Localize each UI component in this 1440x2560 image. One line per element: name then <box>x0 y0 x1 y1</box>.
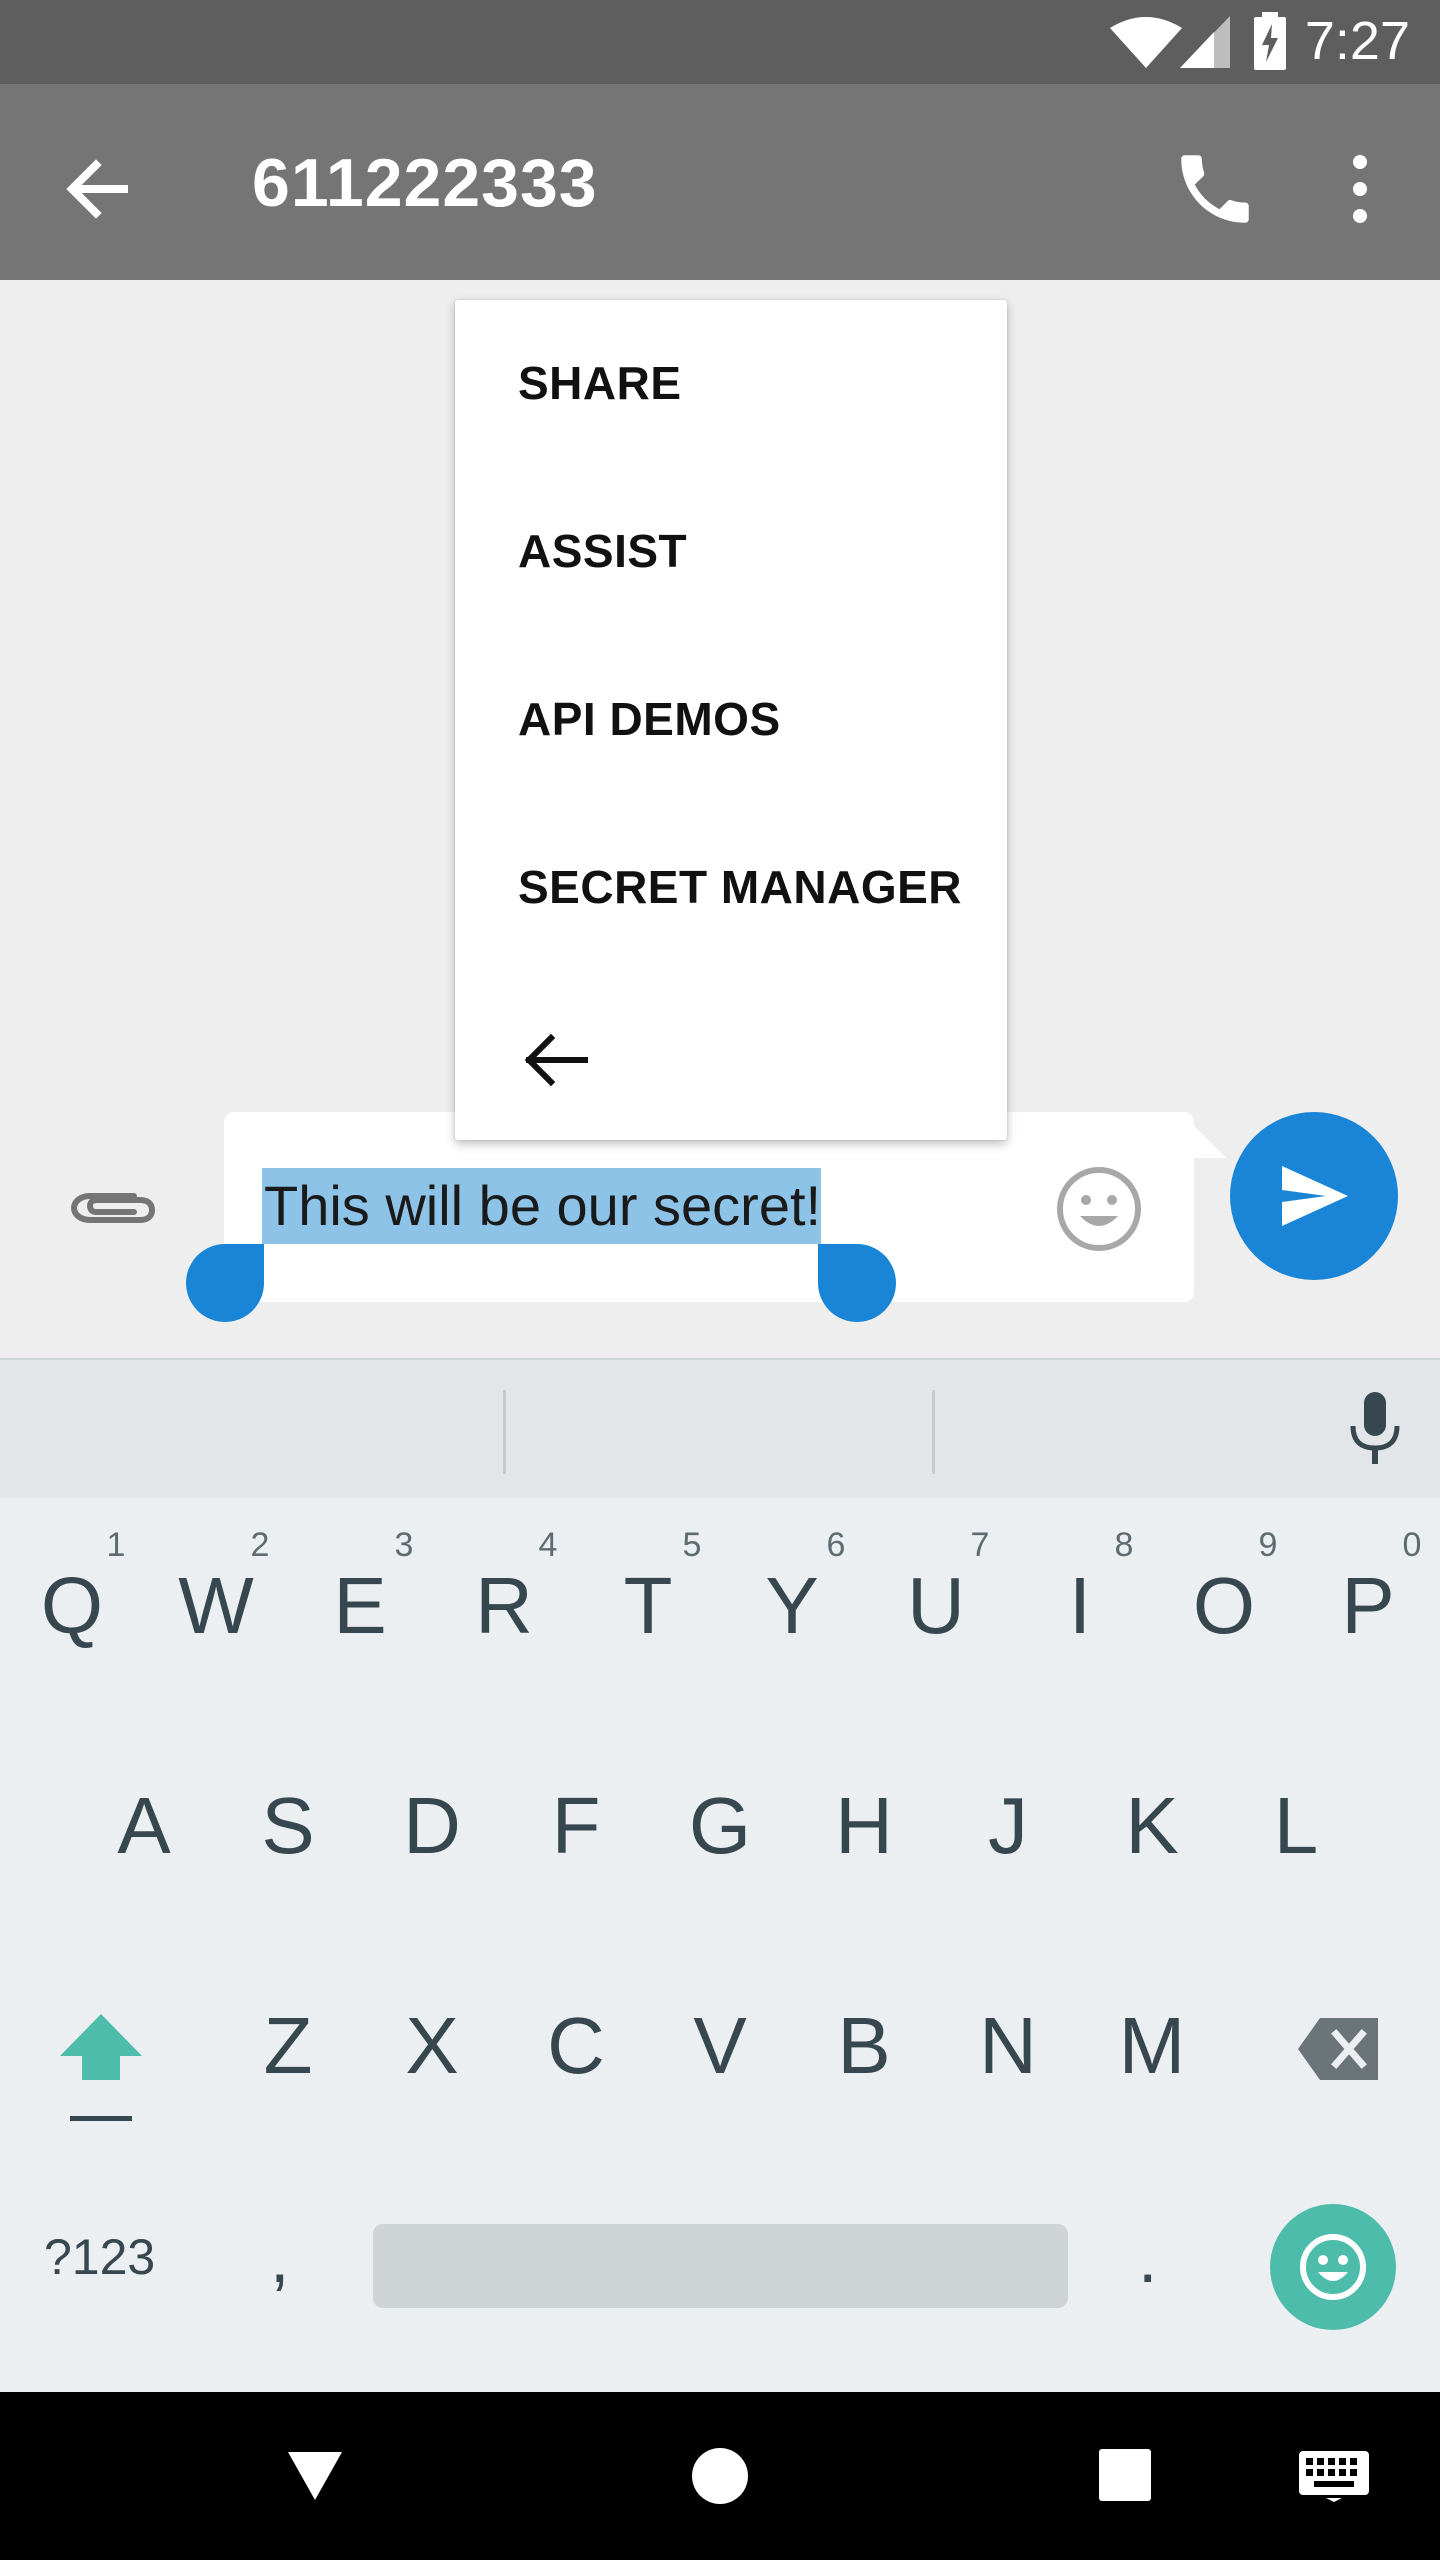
status-time: 7:27 <box>1304 11 1410 71</box>
conversation-toolbar: 611222333 <box>0 84 1440 280</box>
key-hint: 5 <box>682 1526 702 1564</box>
key-x[interactable]: X <box>372 1986 492 2106</box>
menu-item-api-demos[interactable]: API DEMOS <box>455 636 1007 804</box>
key-hint: 3 <box>394 1526 414 1564</box>
emoji-icon[interactable] <box>1054 1164 1144 1254</box>
key-hint: 4 <box>538 1526 558 1564</box>
key-hint: 1 <box>106 1526 126 1564</box>
key-b[interactable]: B <box>804 1986 924 2106</box>
nav-recents-icon[interactable] <box>1098 2448 1152 2502</box>
wifi-icon <box>1110 17 1182 68</box>
menu-item-assist[interactable]: ASSIST <box>455 468 1007 636</box>
menu-item-label: ASSIST <box>518 525 688 577</box>
menu-item-secret-manager[interactable]: SECRET MANAGER <box>455 804 1007 972</box>
battery-charging-icon <box>1254 12 1286 70</box>
back-arrow-icon[interactable] <box>58 149 138 229</box>
attach-icon[interactable] <box>68 1170 158 1240</box>
key-h[interactable]: H <box>804 1766 924 1886</box>
comma-key[interactable]: , <box>270 2218 289 2298</box>
key-n[interactable]: N <box>948 1986 1068 2106</box>
key-s[interactable]: S <box>228 1766 348 1886</box>
text-selection-menu: SHARE ASSIST API DEMOS SECRET MANAGER <box>455 300 1007 1140</box>
mic-icon[interactable] <box>1345 1390 1405 1470</box>
send-icon <box>1282 1166 1348 1226</box>
key-j[interactable]: J <box>948 1766 1068 1886</box>
menu-item-label: API DEMOS <box>518 693 781 745</box>
status-bar: 7:27 <box>0 0 1440 84</box>
key-hint: 9 <box>1258 1526 1278 1564</box>
menu-item-label: SECRET MANAGER <box>518 861 963 913</box>
conversation-title: 611222333 <box>252 145 598 221</box>
nav-home-icon[interactable] <box>690 2446 750 2506</box>
key-v[interactable]: V <box>660 1986 780 2106</box>
nav-back-icon[interactable] <box>286 2450 344 2502</box>
emoji-icon <box>1300 2234 1366 2300</box>
key-m[interactable]: M <box>1092 1986 1212 2106</box>
suggestion-divider <box>932 1390 935 1474</box>
key-a[interactable]: A <box>84 1766 204 1886</box>
more-vert-icon[interactable] <box>1330 144 1390 234</box>
navigation-bar <box>0 2392 1440 2560</box>
compose-selected-text[interactable]: This will be our secret! <box>262 1168 822 1244</box>
emoji-key[interactable] <box>1270 2204 1396 2330</box>
key-c[interactable]: C <box>516 1986 636 2106</box>
keyboard-icon[interactable] <box>1298 2450 1370 2502</box>
key-k[interactable]: K <box>1092 1766 1212 1886</box>
symbols-key[interactable]: ?123 <box>44 2228 155 2286</box>
shift-icon[interactable] <box>58 2010 144 2090</box>
key-hint: 0 <box>1402 1526 1422 1564</box>
period-key[interactable]: . <box>1138 2218 1157 2298</box>
shift-indicator <box>70 2116 132 2121</box>
key-g[interactable]: G <box>660 1766 780 1886</box>
key-hint: 2 <box>250 1526 270 1564</box>
send-button[interactable] <box>1230 1112 1398 1280</box>
compose-bubble-tail <box>1180 1112 1226 1158</box>
menu-item-label: SHARE <box>518 357 682 409</box>
phone-icon[interactable] <box>1170 144 1260 234</box>
key-f[interactable]: F <box>516 1766 636 1886</box>
soft-keyboard: Q W E R T Y U I O P 1 2 3 4 5 6 7 8 9 0 … <box>0 1358 1440 2392</box>
suggestion-strip <box>0 1358 1440 1498</box>
backspace-icon[interactable] <box>1296 2014 1382 2084</box>
key-d[interactable]: D <box>372 1766 492 1886</box>
key-z[interactable]: Z <box>228 1986 348 2106</box>
selection-handle-end[interactable] <box>818 1244 896 1322</box>
key-hint: 7 <box>970 1526 990 1564</box>
back-arrow-icon[interactable] <box>515 1020 595 1100</box>
selection-handle-start[interactable] <box>186 1244 264 1322</box>
key-hint: 8 <box>1114 1526 1134 1564</box>
space-key[interactable] <box>373 2224 1068 2308</box>
key-hint: 6 <box>826 1526 846 1564</box>
menu-item-share[interactable]: SHARE <box>455 300 1007 468</box>
signal-icon <box>1180 16 1230 68</box>
suggestion-divider <box>503 1390 506 1474</box>
key-l[interactable]: L <box>1236 1766 1356 1886</box>
